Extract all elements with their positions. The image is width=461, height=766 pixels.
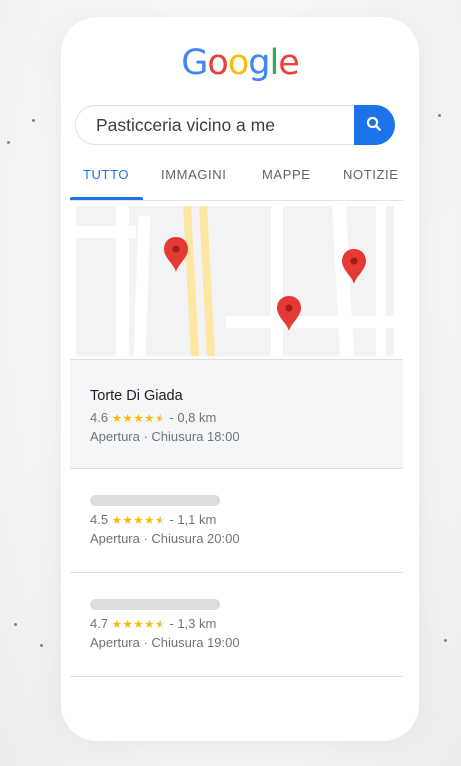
result-card[interactable]: 4.7 ★★★★★ - 1,3 km Apertura · Chiusura 1… — [70, 573, 403, 677]
result-card[interactable]: 4.5 ★★★★★ - 1,1 km Apertura · Chiusura 2… — [70, 469, 403, 573]
google-logo: Google — [61, 43, 419, 83]
result-rating-line: 4.7 ★★★★★ - 1,3 km — [90, 616, 216, 631]
half-star-icon: ★ — [154, 411, 166, 425]
result-title-placeholder — [90, 599, 220, 610]
background-dot — [438, 114, 441, 117]
distance: - 1,3 km — [169, 616, 217, 631]
background-dot — [14, 623, 17, 626]
search-icon — [366, 116, 381, 131]
opening-hours: Apertura · Chiusura 18:00 — [90, 429, 240, 444]
phone-frame: Google Pasticceria vicino a me TUTTO IMM… — [61, 17, 419, 741]
star-rating-icon: ★★★★★ — [111, 617, 166, 631]
result-card[interactable]: Torte Di Giada 4.6 ★★★★★ - 0,8 km Apertu… — [70, 359, 403, 469]
tab-immagini[interactable]: IMMAGINI — [161, 167, 226, 183]
result-title[interactable]: Torte Di Giada — [90, 388, 183, 404]
star-rating-icon: ★★★★★ — [111, 411, 166, 425]
star-rating-icon: ★★★★★ — [111, 513, 166, 527]
opening-hours: Apertura · Chiusura 20:00 — [90, 531, 240, 546]
tab-tutto[interactable]: TUTTO — [83, 167, 129, 183]
result-rating-line: 4.6 ★★★★★ - 0,8 km — [90, 410, 216, 425]
map-road — [116, 206, 129, 356]
tabs-divider — [70, 200, 403, 201]
result-divider — [70, 676, 403, 677]
distance: - 1,1 km — [169, 512, 217, 527]
half-star-icon: ★ — [154, 617, 166, 631]
map-road — [271, 206, 283, 356]
search-button[interactable] — [354, 105, 395, 145]
half-star-icon: ★ — [154, 513, 166, 527]
map-canvas — [76, 206, 394, 356]
result-rating-line: 4.5 ★★★★★ - 1,1 km — [90, 512, 216, 527]
background-dot — [7, 141, 10, 144]
background-dot — [40, 644, 43, 647]
opening-hours: Apertura · Chiusura 19:00 — [90, 635, 240, 650]
logo-letter: o — [227, 43, 249, 83]
distance: - 0,8 km — [169, 410, 217, 425]
tab-notizie[interactable]: NOTIZIE — [343, 167, 398, 183]
search-input[interactable]: Pasticceria vicino a me — [96, 106, 275, 144]
background-dot — [32, 119, 35, 122]
logo-letter: e — [278, 43, 300, 83]
background-dot — [444, 639, 447, 642]
logo-letter: l — [269, 43, 279, 83]
rating-value: 4.7 — [90, 616, 109, 631]
map-road — [376, 206, 386, 356]
result-title-placeholder — [90, 495, 220, 506]
tab-mappe[interactable]: MAPPE — [262, 167, 311, 183]
map-view[interactable] — [76, 206, 394, 356]
logo-letter: o — [207, 43, 228, 83]
logo-letter: g — [248, 43, 270, 83]
search-bar[interactable]: Pasticceria vicino a me — [75, 105, 395, 145]
map-road — [226, 316, 394, 328]
rating-value: 4.6 — [90, 410, 109, 425]
rating-value: 4.5 — [90, 512, 109, 527]
logo-letter: G — [181, 43, 208, 83]
